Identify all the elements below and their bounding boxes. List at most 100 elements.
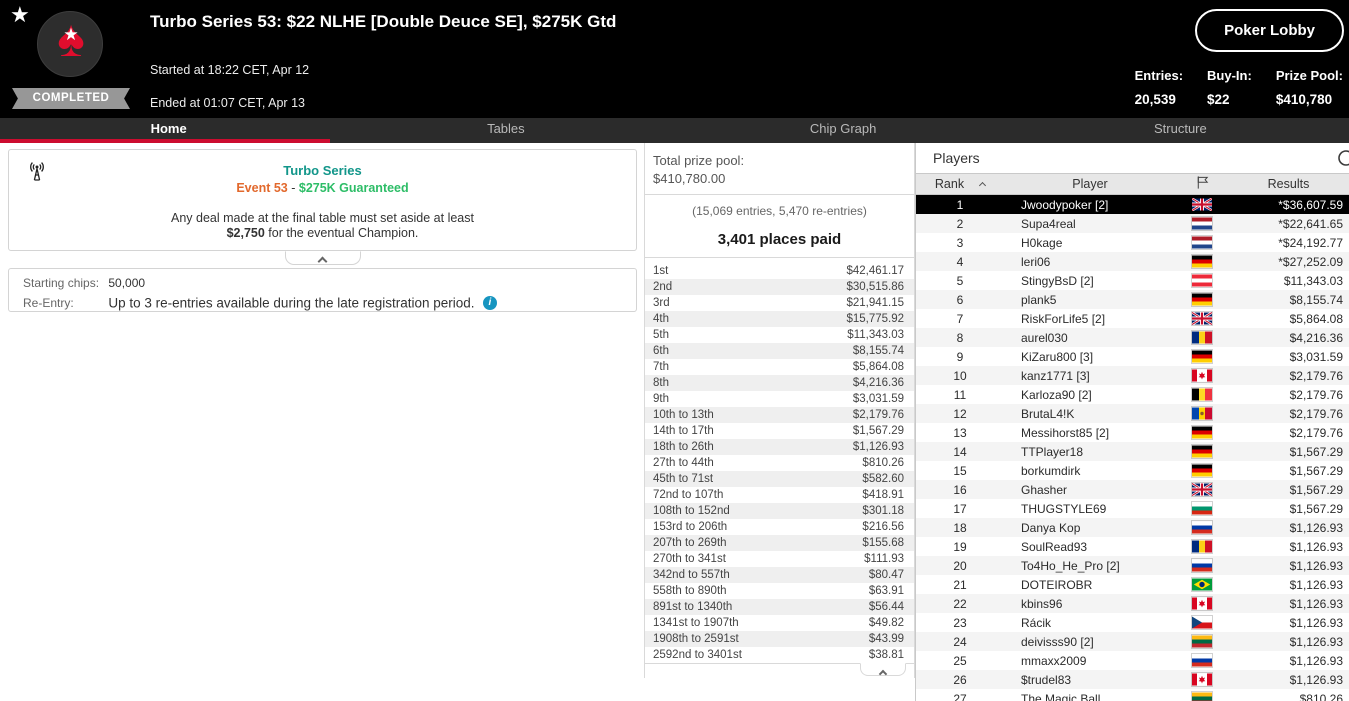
player-row[interactable]: 21DOTEIROBR$1,126.93 <box>916 575 1349 594</box>
payout-amount: $80.47 <box>869 567 914 583</box>
collapse-info-panel-button[interactable] <box>285 251 361 265</box>
player-rank: 26 <box>916 673 1004 687</box>
ended-time: Ended at 01:07 CET, Apr 13 <box>150 96 305 110</box>
player-row[interactable]: 11Karloza90 [2]$2,179.76 <box>916 385 1349 404</box>
player-row[interactable]: 12BrutaL4!K$2,179.76 <box>916 404 1349 423</box>
collapse-payouts-button[interactable] <box>860 663 906 676</box>
registration-info-panel: Starting chips: 50,000 Re-Entry: Up to 3… <box>8 268 637 312</box>
player-result: $11,343.03 <box>1228 274 1349 288</box>
player-name: kanz1771 [3] <box>1004 369 1176 383</box>
payout-place: 45th to 71st <box>645 471 713 487</box>
players-table-body: 1Jwoodypoker [2]*$36,607.592Supa4real*$2… <box>916 195 1349 701</box>
player-row[interactable]: 22kbins96$1,126.93 <box>916 594 1349 613</box>
player-flag-cell <box>1176 445 1228 458</box>
player-row[interactable]: 2Supa4real*$22,641.65 <box>916 214 1349 233</box>
prizepool-label: Prize Pool: <box>1276 68 1343 83</box>
player-row[interactable]: 7RiskForLife5 [2]$5,864.08 <box>916 309 1349 328</box>
payout-place: 7th <box>645 359 669 375</box>
player-row[interactable]: 5StingyBsD [2]$11,343.03 <box>916 271 1349 290</box>
player-row[interactable]: 6plank5$8,155.74 <box>916 290 1349 309</box>
payout-place: 2592nd to 3401st <box>645 647 742 663</box>
player-flag-cell <box>1176 616 1228 629</box>
player-row[interactable]: 3H0kage*$24,192.77 <box>916 233 1349 252</box>
player-name: aurel030 <box>1004 331 1176 345</box>
results-column-header[interactable]: Results <box>1228 177 1349 191</box>
player-result: $1,126.93 <box>1228 635 1349 649</box>
payout-row: 558th to 890th$63.91 <box>645 583 914 599</box>
broadcast-antenna-icon <box>25 160 49 184</box>
player-row[interactable]: 25mmaxx2009$1,126.93 <box>916 651 1349 670</box>
tournament-lobby-window: ★ ♠ ★ COMPLETED Turbo Series 53: $22 NLH… <box>0 0 1349 701</box>
player-rank: 24 <box>916 635 1004 649</box>
player-row[interactable]: 18Danya Kop$1,126.93 <box>916 518 1349 537</box>
player-row[interactable]: 1Jwoodypoker [2]*$36,607.59 <box>916 195 1349 214</box>
player-row[interactable]: 20To4Ho_He_Pro [2]$1,126.93 <box>916 556 1349 575</box>
total-prize-pool: Total prize pool: $410,780.00 <box>645 143 914 195</box>
poker-lobby-button[interactable]: Poker Lobby <box>1195 9 1344 52</box>
player-rank: 20 <box>916 559 1004 573</box>
payout-place: 342nd to 557th <box>645 567 730 583</box>
player-row[interactable]: 14TTPlayer18$1,567.29 <box>916 442 1349 461</box>
payout-place: 9th <box>645 391 669 407</box>
player-row[interactable]: 23Rácik$1,126.93 <box>916 613 1349 632</box>
payout-amount: $2,179.76 <box>853 407 914 423</box>
chevron-up-icon <box>879 670 887 678</box>
payout-amount: $582.60 <box>862 471 914 487</box>
player-row[interactable]: 19SoulRead93$1,126.93 <box>916 537 1349 556</box>
payout-amount: $3,031.59 <box>853 391 914 407</box>
player-rank: 17 <box>916 502 1004 516</box>
payout-row: 6th$8,155.74 <box>645 343 914 359</box>
player-row[interactable]: 15borkumdirk$1,567.29 <box>916 461 1349 480</box>
player-result: $8,155.74 <box>1228 293 1349 307</box>
starting-chips-label: Starting chips: <box>23 276 105 290</box>
info-icon[interactable] <box>483 296 497 310</box>
player-name: kbins96 <box>1004 597 1176 611</box>
tab-structure[interactable]: Structure <box>1012 118 1349 143</box>
player-name: Karloza90 [2] <box>1004 388 1176 402</box>
tab-tables[interactable]: Tables <box>337 118 674 143</box>
tab-chip-graph[interactable]: Chip Graph <box>675 118 1012 143</box>
player-row[interactable]: 10kanz1771 [3]$2,179.76 <box>916 366 1349 385</box>
player-flag-cell <box>1176 198 1228 211</box>
player-rank: 7 <box>916 312 1004 326</box>
rank-column-header[interactable]: Rank <box>916 177 1004 191</box>
favorite-star-icon[interactable]: ★ <box>10 2 30 28</box>
gb-flag-icon <box>1192 483 1212 496</box>
search-icon[interactable] <box>1337 149 1349 171</box>
player-row[interactable]: 16Ghasher$1,567.29 <box>916 480 1349 499</box>
player-row[interactable]: 9KiZaru800 [3]$3,031.59 <box>916 347 1349 366</box>
reentry-value: Up to 3 re-entries available during the … <box>108 295 474 310</box>
buyin-label: Buy-In: <box>1207 68 1252 83</box>
payout-amount: $1,567.29 <box>853 423 914 439</box>
starting-chips-value: 50,000 <box>108 276 145 290</box>
player-row[interactable]: 13Messihorst85 [2]$2,179.76 <box>916 423 1349 442</box>
player-flag-cell <box>1176 312 1228 325</box>
player-flag-cell <box>1176 540 1228 553</box>
payout-row: 8th$4,216.36 <box>645 375 914 391</box>
payout-amount: $8,155.74 <box>853 343 914 359</box>
player-column-header[interactable]: Player <box>1004 177 1176 191</box>
player-result: $4,216.36 <box>1228 331 1349 345</box>
player-row[interactable]: 4leri06*$27,252.09 <box>916 252 1349 271</box>
player-name: H0kage <box>1004 236 1176 250</box>
payout-row: 891st to 1340th$56.44 <box>645 599 914 615</box>
player-row[interactable]: 26$trudel83$1,126.93 <box>916 670 1349 689</box>
payout-row: 1908th to 2591st$43.99 <box>645 631 914 647</box>
player-row[interactable]: 8aurel030$4,216.36 <box>916 328 1349 347</box>
player-rank: 13 <box>916 426 1004 440</box>
payout-amount: $15,775.92 <box>846 311 914 327</box>
payout-row: 270th to 341st$111.93 <box>645 551 914 567</box>
payout-row: 207th to 269th$155.68 <box>645 535 914 551</box>
player-flag-cell <box>1176 426 1228 439</box>
player-row[interactable]: 27The Magic Ball$810.26 <box>916 689 1349 701</box>
cz-flag-icon <box>1192 616 1212 629</box>
player-flag-cell <box>1176 369 1228 382</box>
payout-row: 14th to 17th$1,567.29 <box>645 423 914 439</box>
deal-line2: for the eventual Champion. <box>265 226 419 240</box>
player-row[interactable]: 24deivisss90 [2] $1,126.93 <box>916 632 1349 651</box>
player-rank: 9 <box>916 350 1004 364</box>
player-result: $3,031.59 <box>1228 350 1349 364</box>
total-prize-label: Total prize pool: <box>653 152 906 170</box>
player-row[interactable]: 17THUGSTYLE69$1,567.29 <box>916 499 1349 518</box>
player-name: deivisss90 [2] <box>1004 635 1176 649</box>
